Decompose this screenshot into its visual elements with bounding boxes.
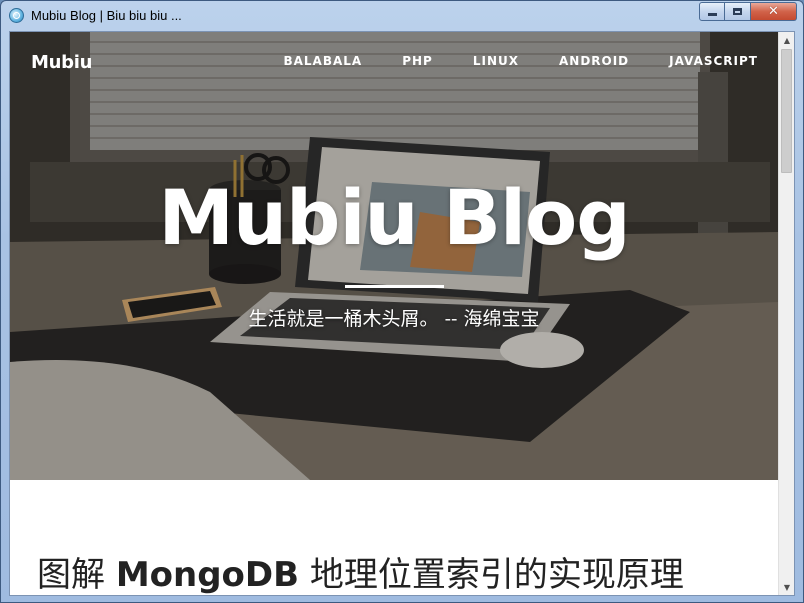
scroll-up-button[interactable]: ▲	[779, 32, 794, 48]
vertical-scrollbar[interactable]: ▲ ▼	[778, 32, 794, 595]
maximize-icon	[733, 8, 742, 15]
nav-item-javascript[interactable]: JAVASCRIPT	[669, 54, 758, 68]
title-divider	[345, 285, 444, 288]
close-button[interactable]: ✕	[751, 2, 797, 21]
post-title-prefix: 图解	[37, 555, 116, 595]
caption-buttons: ✕	[699, 2, 797, 22]
nav-menu: BALABALA PHP LINUX ANDROID JAVASCRIPT	[243, 54, 758, 68]
page-viewport: Mubiu BALABALA PHP LINUX ANDROID JAVASCR…	[9, 31, 795, 596]
close-icon: ✕	[768, 4, 779, 19]
minimize-button[interactable]	[699, 2, 725, 21]
hero-banner: Mubiu BALABALA PHP LINUX ANDROID JAVASCR…	[10, 32, 778, 480]
minimize-icon	[707, 13, 717, 16]
post-title-suffix: 地理位置索引的实现原理	[299, 555, 684, 595]
window-title: Mubiu Blog | Biu biu biu ...	[31, 8, 182, 23]
title-bar[interactable]: Mubiu Blog | Biu biu biu ... ✕	[1, 1, 803, 31]
browser-app-icon	[9, 8, 24, 23]
site-subtitle: 生活就是一桶木头屑。 -- 海绵宝宝	[248, 308, 540, 330]
scrollbar-thumb[interactable]	[781, 49, 792, 173]
nav-item-php[interactable]: PHP	[402, 54, 433, 68]
nav-item-balabala[interactable]: BALABALA	[283, 54, 362, 68]
arrow-down-icon: ▼	[783, 582, 791, 592]
site-brand-link[interactable]: Mubiu	[31, 52, 92, 73]
web-content: Mubiu BALABALA PHP LINUX ANDROID JAVASCR…	[10, 32, 778, 595]
arrow-up-icon: ▲	[783, 35, 791, 45]
post-title-link[interactable]: 图解 MongoDB 地理位置索引的实现原理	[37, 558, 684, 592]
post-title-keyword: MongoDB	[115, 555, 300, 595]
site-title: Mubiu Blog	[158, 173, 630, 262]
nav-item-linux[interactable]: LINUX	[473, 54, 519, 68]
nav-item-android[interactable]: ANDROID	[559, 54, 629, 68]
scroll-down-button[interactable]: ▼	[779, 579, 794, 595]
browser-window: Mubiu Blog | Biu biu biu ... ✕ Mubiu BAL…	[0, 0, 804, 603]
maximize-button[interactable]	[725, 2, 751, 21]
top-navigation: Mubiu BALABALA PHP LINUX ANDROID JAVASCR…	[10, 32, 778, 92]
